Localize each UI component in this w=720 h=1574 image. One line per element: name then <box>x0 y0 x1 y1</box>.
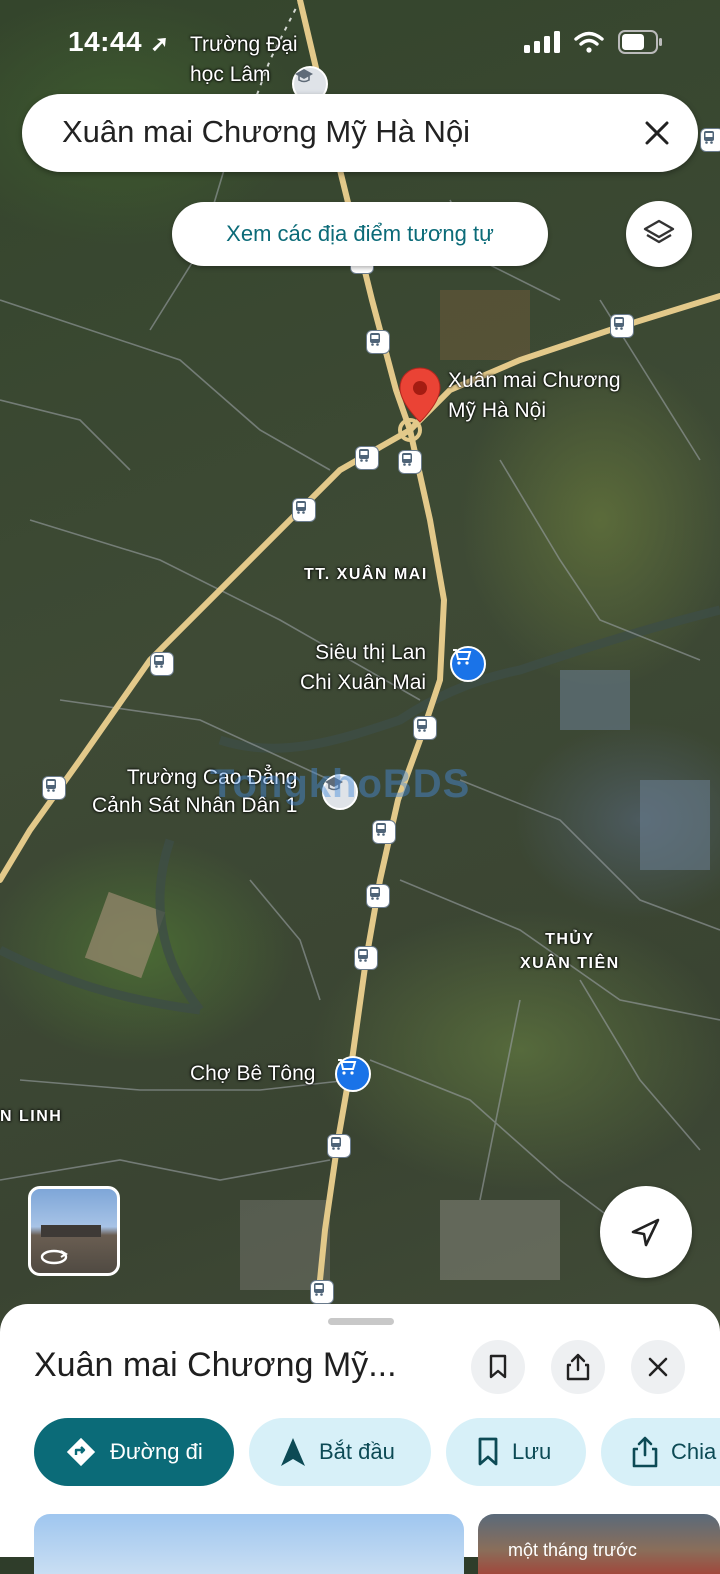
navigation-icon <box>281 1438 305 1466</box>
navigation-arrow-icon <box>631 1218 660 1247</box>
area-label-xuan-mai: TT. XUÂN MAI <box>304 566 428 583</box>
place-bottom-sheet[interactable]: Xuân mai Chương Mỹ... Đường đi Bắt đầu L… <box>0 1304 720 1574</box>
bus-stop-icon[interactable] <box>366 884 390 908</box>
share-button[interactable] <box>551 1340 605 1394</box>
start-button[interactable]: Bắt đầu <box>249 1418 431 1486</box>
market-label[interactable]: Chợ Bê Tông <box>190 1062 315 1086</box>
battery-icon <box>618 30 662 54</box>
directions-icon <box>66 1437 96 1467</box>
directions-label: Đường đi <box>110 1439 203 1464</box>
supermarket-label-line2: Chi Xuân Mai <box>300 671 427 694</box>
directions-button[interactable]: Đường đi <box>34 1418 234 1486</box>
location-arrow-icon: ➚ <box>150 31 170 56</box>
share-icon <box>632 1436 658 1468</box>
bus-stop-icon[interactable] <box>150 652 174 676</box>
area-thuy-line1: THỦY <box>545 931 595 948</box>
start-label: Bắt đầu <box>319 1439 395 1464</box>
drag-handle[interactable] <box>328 1318 394 1325</box>
pin-label[interactable]: Xuân mai Chương Mỹ Hà Nội <box>448 366 621 426</box>
share-action-button[interactable]: Chia <box>601 1418 720 1486</box>
place-photo[interactable]: một tháng trước <box>478 1514 720 1574</box>
wifi-icon <box>574 31 604 53</box>
layers-icon <box>643 219 675 244</box>
bus-stop-icon[interactable] <box>366 330 390 354</box>
bus-stop-icon[interactable] <box>398 450 422 474</box>
layers-button[interactable] <box>626 201 692 267</box>
pin-label-line1: Xuân mai Chương <box>448 369 621 392</box>
street-view-scene <box>41 1225 101 1237</box>
bus-stop-icon[interactable] <box>327 1134 351 1158</box>
bus-stop-icon[interactable] <box>292 498 316 522</box>
share-action-label: Chia <box>671 1439 717 1464</box>
bus-stop-icon[interactable] <box>610 314 634 338</box>
close-icon <box>648 1357 668 1377</box>
my-location-button[interactable] <box>600 1186 692 1278</box>
location-pin-icon[interactable] <box>398 366 442 424</box>
place-title: Xuân mai Chương Mỹ... <box>34 1346 397 1384</box>
place-photo[interactable] <box>34 1514 464 1574</box>
pin-label-line2: Mỹ Hà Nội <box>448 399 547 422</box>
bus-stop-icon[interactable] <box>354 946 378 970</box>
cellular-signal-icon <box>524 31 560 53</box>
shopping-cart-icon[interactable] <box>335 1056 371 1092</box>
bus-stop-icon[interactable] <box>700 128 720 152</box>
close-sheet-button[interactable] <box>631 1340 685 1394</box>
save-action-label: Lưu <box>512 1439 552 1464</box>
close-icon[interactable] <box>638 114 676 152</box>
search-query[interactable]: Xuân mai Chương Mỹ Hà Nội <box>62 114 470 150</box>
status-time: 14:44 ➚ <box>68 26 169 58</box>
rotate-360-icon <box>40 1249 68 1265</box>
save-button[interactable] <box>471 1340 525 1394</box>
shopping-cart-icon[interactable] <box>450 646 486 682</box>
share-icon <box>566 1353 590 1381</box>
bookmark-icon <box>478 1437 498 1466</box>
search-bar[interactable]: Xuân mai Chương Mỹ Hà Nội <box>22 94 698 172</box>
area-label-thuy-xuan-tien: THỦY XUÂN TIÊN <box>520 928 620 976</box>
area-thuy-line2: XUÂN TIÊN <box>520 955 620 972</box>
bus-stop-icon[interactable] <box>42 776 66 800</box>
watermark: TongkhoBDS <box>210 762 471 806</box>
supermarket-label-line1: Siêu thị Lan <box>315 641 427 664</box>
photo-date-caption: một tháng trước <box>508 1540 637 1560</box>
bus-stop-icon[interactable] <box>355 446 379 470</box>
street-view-thumbnail[interactable] <box>28 1186 120 1276</box>
similar-places-button[interactable]: Xem các địa điểm tương tự <box>172 202 548 266</box>
time-text: 14:44 <box>68 26 143 57</box>
area-label-linh: N LINH <box>0 1108 63 1125</box>
supermarket-label[interactable]: Siêu thị Lan Chi Xuân Mai <box>300 638 426 698</box>
save-action-button[interactable]: Lưu <box>446 1418 586 1486</box>
bus-stop-icon[interactable] <box>413 716 437 740</box>
bus-stop-icon[interactable] <box>310 1280 334 1304</box>
bus-stop-icon[interactable] <box>372 820 396 844</box>
status-bar: 14:44 ➚ <box>0 0 720 90</box>
bookmark-icon <box>489 1354 507 1379</box>
